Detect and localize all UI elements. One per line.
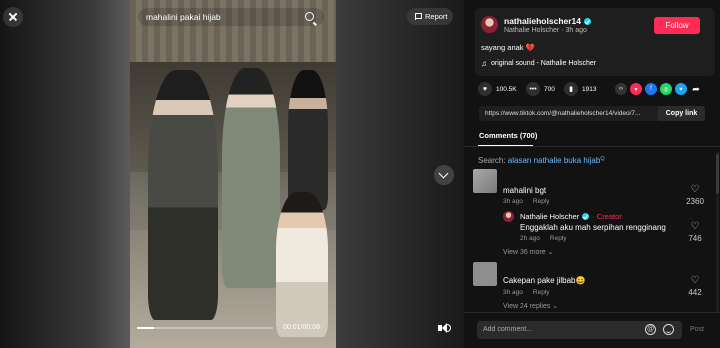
comment-time: 3h ago — [503, 289, 523, 296]
comment-text: Cakepan pake jilbab😄 — [503, 276, 586, 285]
verified-badge-icon — [582, 213, 590, 220]
comment-composer: Add comment... @ Post — [464, 312, 720, 348]
video-person-woman-hijab — [288, 70, 328, 210]
music-note-icon: ♫ — [481, 59, 487, 68]
video-search-bar[interactable]: mahalini pakai hijab — [138, 8, 324, 26]
post-caption: sayang anak 💔 — [481, 43, 535, 52]
verified-badge-icon — [584, 17, 592, 25]
video-stage: mahalini pakai hijab Report 00:01/00:08 — [0, 0, 464, 348]
report-label: Report — [425, 12, 448, 21]
tab-comments[interactable]: Comments (700) — [479, 131, 537, 140]
comment-meta: 3h ago Reply — [503, 198, 550, 205]
video-progress-bar[interactable] — [137, 327, 273, 329]
author-avatar[interactable] — [481, 16, 498, 33]
comment-time: 3h ago — [503, 198, 523, 205]
reply-like-count: 746 — [688, 234, 702, 243]
share-link-text[interactable]: https://www.tiktok.com/@nathalieholscher… — [485, 110, 647, 117]
comment-text: mahalini bgt — [503, 186, 547, 195]
video-person-child — [276, 192, 328, 337]
creator-badge: · Creator — [592, 212, 622, 221]
heart-icon — [691, 221, 700, 232]
share-link-row: https://www.tiktok.com/@nathalieholscher… — [479, 106, 705, 121]
video-person-woman-green — [222, 68, 280, 288]
heart-icon: ♥ — [478, 82, 492, 96]
comments-scrollbar[interactable] — [716, 152, 719, 312]
embed-icon[interactable]: ‹› — [615, 83, 627, 95]
video-progress-fill — [137, 327, 154, 329]
volume-icon[interactable] — [437, 321, 451, 335]
like-count: 100.5K — [496, 85, 517, 93]
share-arrow-icon[interactable]: ➦ — [690, 83, 702, 95]
reply-text: Enggaklah aku mah serpihan rengginang — [520, 223, 666, 232]
caption-text: sayang anak — [481, 43, 524, 52]
comment-search-suggestion[interactable]: Search: alasan nathalie buka hijabQ — [478, 156, 605, 165]
comment-icon: ••• — [526, 82, 540, 96]
comment-input-placeholder: Add comment... — [483, 326, 533, 333]
reply-author[interactable]: Nathalie Holscher · Creator — [520, 212, 622, 221]
report-button[interactable]: Report — [407, 8, 453, 25]
comment-input[interactable]: Add comment... @ — [477, 321, 682, 339]
author-username-text: nathalieholscher14 — [504, 16, 582, 26]
next-video-button[interactable] — [434, 165, 454, 185]
twitter-icon[interactable]: ✦ — [675, 83, 687, 95]
bookmark-icon: ▮ — [564, 82, 578, 96]
like-action[interactable]: ♥ 100.5K — [478, 82, 517, 96]
reply-author-name: Nathalie Holscher — [520, 212, 580, 221]
post-info-card: nathalieholscher14 Nathalie Holscher · 3… — [475, 8, 715, 76]
copy-link-button[interactable]: Copy link — [658, 106, 705, 121]
comment-meta: 3h ago Reply — [503, 289, 550, 296]
emoji-icon[interactable] — [663, 324, 674, 335]
comment-like[interactable]: 442 — [680, 275, 710, 297]
tabs-divider — [464, 146, 720, 147]
caption-emoji: 💔 — [525, 43, 535, 52]
video-time: 00:01/00:08 — [283, 324, 320, 331]
whatsapp-icon[interactable]: ◎ — [660, 83, 672, 95]
mention-icon[interactable]: @ — [645, 324, 656, 335]
heart-icon — [691, 275, 700, 286]
comment-like-count: 442 — [688, 288, 702, 297]
follow-button[interactable]: Follow — [654, 17, 700, 34]
post-button[interactable]: Post — [690, 326, 704, 333]
comment-like-count: 2360 — [686, 197, 704, 206]
reply-reply-button[interactable]: Reply — [550, 235, 567, 242]
reply-author-avatar[interactable] — [503, 211, 514, 222]
search-hint-term: alasan nathalie buka hijab — [507, 156, 601, 165]
save-action[interactable]: ▮ 1913 — [564, 82, 596, 96]
action-row: ♥ 100.5K ••• 700 ▮ 1913 ‹› ▾ f ◎ ✦ ➦ — [478, 82, 718, 98]
comment-reply-button[interactable]: Reply — [533, 198, 550, 205]
view-more-replies[interactable]: View 36 more ⌄ — [503, 248, 553, 256]
reply-like[interactable]: 746 — [680, 221, 710, 243]
sound-label: original sound - Nathalie Holscher — [491, 60, 597, 67]
reply-time: 2h ago — [520, 235, 540, 242]
author-subline: Nathalie Holscher · 3h ago — [504, 27, 587, 34]
comment-reply-button[interactable]: Reply — [533, 289, 550, 296]
close-button[interactable] — [3, 7, 23, 27]
comment-action[interactable]: ••• 700 — [526, 82, 555, 96]
search-hint-prefix: Search: — [478, 156, 508, 165]
flag-icon — [415, 13, 422, 20]
view-more-replies[interactable]: View 24 replies ⌄ — [503, 302, 558, 310]
facebook-icon[interactable]: f — [645, 83, 657, 95]
reply-meta: 2h ago Reply — [520, 235, 567, 242]
author-username[interactable]: nathalieholscher14 — [504, 16, 592, 26]
comment-like[interactable]: 2360 — [680, 184, 710, 206]
save-count: 1913 — [582, 85, 597, 93]
heart-icon — [691, 184, 700, 195]
commenter-avatar[interactable] — [473, 169, 497, 193]
video-person-woman-boss-shirt — [148, 70, 218, 320]
video-search-text: mahalini pakai hijab — [146, 12, 221, 22]
video-player[interactable] — [130, 0, 336, 348]
search-hint-icon: Q — [600, 156, 605, 162]
send-icon[interactable]: ▾ — [630, 83, 642, 95]
comment-count: 700 — [544, 85, 555, 93]
search-icon[interactable] — [305, 12, 314, 21]
commenter-avatar[interactable] — [473, 262, 497, 286]
sound-link[interactable]: ♫ original sound - Nathalie Holscher — [481, 59, 596, 68]
scrollbar-thumb[interactable] — [716, 154, 719, 194]
